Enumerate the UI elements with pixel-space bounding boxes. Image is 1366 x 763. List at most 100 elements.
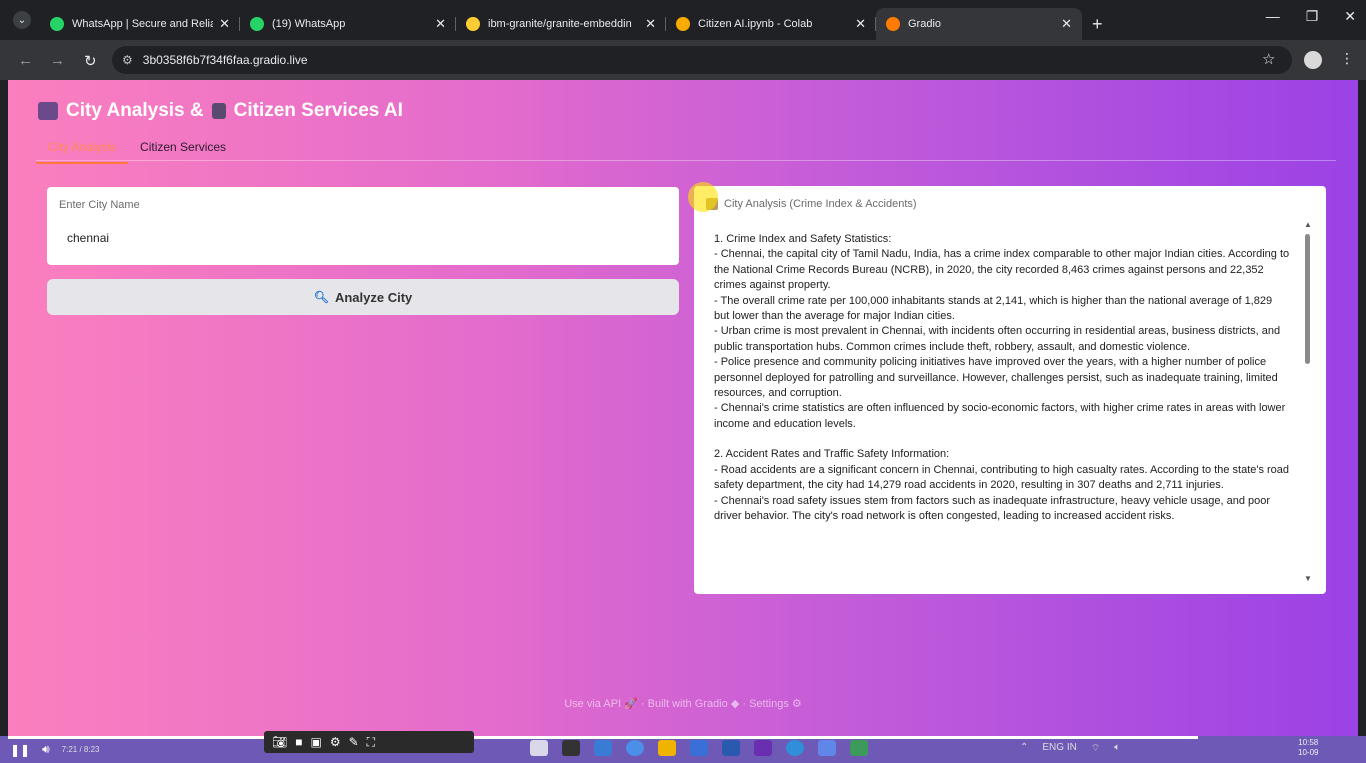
- forward-icon[interactable]: →: [50, 52, 65, 69]
- analysis-paragraph: - Police presence and community policing…: [714, 356, 1278, 400]
- city-name-input[interactable]: [59, 225, 659, 251]
- clock-time: 10:58: [1298, 738, 1319, 747]
- analyze-city-button[interactable]: 🔍︎ Analyze City: [47, 279, 679, 315]
- clock-date: 10-09: [1298, 748, 1319, 757]
- tab-favicon-icon: [676, 17, 690, 31]
- gradio-page: City Analysis & Citizen Services AI City…: [8, 80, 1358, 736]
- analysis-paragraph: - Chennai, the capital city of Tamil Nad…: [714, 248, 1290, 292]
- app-icon[interactable]: [850, 740, 868, 756]
- tab-close-icon[interactable]: ✕: [435, 16, 446, 32]
- taskbar-apps: [530, 740, 868, 756]
- settings-gear-icon: ⚙: [791, 698, 802, 710]
- tab-close-icon[interactable]: ✕: [1061, 16, 1072, 32]
- built-with-gradio-link[interactable]: Built with Gradio: [648, 698, 728, 710]
- player-time: 7:21 / 8:23: [61, 745, 100, 754]
- browser-tab-bar: ⌄ WhatsApp | Secure and Reliable✕(19) Wh…: [0, 0, 1366, 40]
- minimize-icon[interactable]: —: [1266, 8, 1280, 25]
- tab-search-icon[interactable]: ⌄: [13, 11, 31, 29]
- tab-favicon-icon: [50, 17, 64, 31]
- url-text: 3b0358f6b7f34f6faa.gradio.live: [142, 53, 308, 67]
- restore-icon[interactable]: ❐: [1306, 8, 1319, 25]
- app-icon[interactable]: [722, 740, 740, 756]
- analysis-paragraph: - Urban crime is most prevalent in Chenn…: [714, 325, 1281, 353]
- city-input-card: Enter City Name: [47, 187, 679, 265]
- tab-favicon-icon: [466, 17, 480, 31]
- tab-close-icon[interactable]: ✕: [855, 16, 866, 32]
- close-window-icon[interactable]: ✕: [1344, 8, 1356, 25]
- analysis-paragraph: - Chennai's road safety issues stem from…: [714, 494, 1271, 522]
- tab-favicon-icon: [886, 17, 900, 31]
- recording-toolbar: 📷︎ ■ ▣ ⚙ ✎ ⛶: [264, 731, 474, 753]
- browser-tab[interactable]: Gradio ✕: [876, 8, 1082, 40]
- analysis-paragraph: 2. Accident Rates and Traffic Safety Inf…: [714, 448, 950, 461]
- camera-icon[interactable]: 📷︎: [272, 735, 287, 749]
- app-icon[interactable]: [594, 740, 612, 756]
- tab-title: ibm-granite/granite-embeddin: [488, 18, 632, 30]
- app-title-part2: Citizen Services AI: [233, 100, 403, 121]
- back-icon[interactable]: ←: [18, 52, 33, 69]
- browser-tab[interactable]: (19) WhatsApp ✕: [240, 8, 456, 40]
- app-title-part1: City Analysis &: [66, 100, 204, 121]
- use-via-api-link[interactable]: Use via API: [564, 698, 621, 710]
- browser-tab[interactable]: ibm-granite/granite-embeddin ✕: [456, 8, 666, 40]
- system-tray: ⌃ ENG IN ⌔ 🔈︎: [1020, 742, 1120, 755]
- video-progress-bar[interactable]: [8, 736, 1198, 739]
- browser-tabs: WhatsApp | Secure and Reliable✕(19) What…: [40, 8, 1113, 40]
- tray-chevron-icon[interactable]: ⌃: [1020, 742, 1028, 755]
- app-title: City Analysis & Citizen Services AI: [38, 100, 403, 122]
- site-settings-icon[interactable]: ⚙: [122, 53, 133, 67]
- folder-icon[interactable]: [658, 740, 676, 756]
- browser-menu-icon[interactable]: ⋮: [1340, 50, 1354, 67]
- bookmark-star-icon[interactable]: ☆: [1262, 50, 1275, 68]
- window-icon[interactable]: ▣: [310, 735, 321, 749]
- analysis-output-label: City Analysis (Crime Index & Accidents): [724, 198, 917, 210]
- footer-separator: ·: [742, 698, 747, 710]
- pause-icon[interactable]: ❚❚: [10, 743, 30, 757]
- analysis-paragraph: - The overall crime rate per 100,000 inh…: [714, 294, 1273, 323]
- crop-icon[interactable]: ⛶: [367, 735, 375, 750]
- building-icon: [211, 103, 226, 119]
- analysis-output-text[interactable]: 1. Crime Index and Safety Statistics: - …: [714, 232, 1290, 584]
- scroll-up-arrow-icon[interactable]: ▲: [1304, 220, 1312, 229]
- scrollbar-thumb[interactable]: [1305, 234, 1310, 364]
- toolbar-settings-icon[interactable]: ⚙: [330, 735, 341, 749]
- tab-title: Gradio: [908, 18, 942, 30]
- app-icon[interactable]: [530, 740, 548, 756]
- analyze-city-label: Analyze City: [334, 289, 413, 305]
- profile-avatar[interactable]: [1304, 51, 1322, 69]
- city-icon: [38, 102, 58, 120]
- city-input-label: Enter City Name: [59, 199, 140, 211]
- tab-divider: [36, 160, 1336, 161]
- video-icon[interactable]: ■: [295, 735, 302, 749]
- volume-icon[interactable]: 🔊︎: [42, 742, 50, 757]
- edge-icon[interactable]: [786, 740, 804, 756]
- app-icon[interactable]: [562, 740, 580, 756]
- address-bar-row: ← → ↻ ⚙ 3b0358f6b7f34f6faa.gradio.live ☆…: [0, 40, 1366, 80]
- reload-icon[interactable]: ↻: [84, 52, 97, 70]
- tab-close-icon[interactable]: ✕: [219, 16, 230, 32]
- browser-tab[interactable]: Citizen AI.ipynb - Colab ✕: [666, 8, 876, 40]
- scroll-down-arrow-icon[interactable]: ▼: [1304, 574, 1312, 583]
- wifi-icon[interactable]: ⌔: [1091, 742, 1100, 755]
- rocket-icon: 🚀: [624, 698, 638, 710]
- app-icon[interactable]: [818, 740, 836, 756]
- system-clock[interactable]: 10:58 10-09: [1298, 738, 1318, 758]
- chrome-icon[interactable]: [626, 740, 644, 756]
- analysis-paragraph: [714, 432, 1290, 447]
- new-tab-icon[interactable]: +: [1082, 8, 1113, 40]
- gradio-logo-icon: ◆: [730, 698, 740, 710]
- magnifier-icon: 🔍︎: [313, 290, 329, 304]
- url-field[interactable]: ⚙ 3b0358f6b7f34f6faa.gradio.live: [112, 46, 1292, 74]
- browser-tab[interactable]: WhatsApp | Secure and Reliable ✕: [40, 8, 240, 40]
- player-controls: ❚❚ 🔊︎ 7:21 / 8:23: [10, 742, 99, 757]
- tab-close-icon[interactable]: ✕: [645, 16, 656, 32]
- lang-indicator[interactable]: ENG IN: [1042, 742, 1076, 755]
- app-icon[interactable]: [754, 740, 772, 756]
- speaker-icon[interactable]: 🔈︎: [1114, 742, 1120, 755]
- tab-title: (19) WhatsApp: [272, 18, 346, 30]
- pen-icon[interactable]: ✎: [349, 735, 359, 749]
- settings-link[interactable]: Settings: [749, 698, 789, 710]
- window-controls: — ❐ ✕: [1266, 8, 1356, 25]
- tab-title: Citizen AI.ipynb - Colab: [698, 18, 813, 30]
- app-icon[interactable]: [690, 740, 708, 756]
